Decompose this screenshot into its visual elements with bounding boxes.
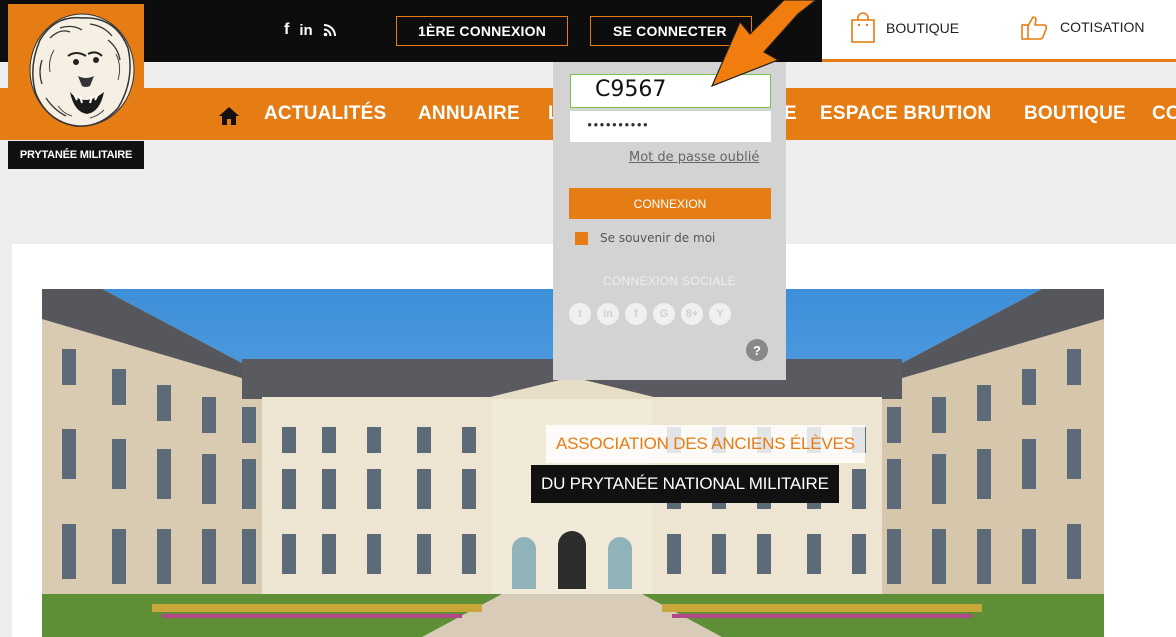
social-links: f in [284, 21, 337, 39]
cotisation-label: COTISATION [1060, 19, 1145, 35]
twitter-icon[interactable]: t [569, 303, 591, 325]
login-dropdown [553, 62, 786, 380]
yahoo-icon[interactable]: Y [709, 303, 731, 325]
arrow-annotation-icon [710, 0, 817, 88]
logo-label: PRYTANÉE MILITAIRE [8, 141, 144, 169]
home-icon[interactable] [218, 106, 240, 126]
connexion-submit-button[interactable]: CONNEXION [569, 188, 771, 219]
social-login-buttons: t in f G 8+ Y [569, 303, 731, 325]
shopping-bag-icon [850, 12, 876, 44]
linkedin-icon[interactable]: in [299, 22, 312, 39]
remember-me-label: Se souvenir de moi [600, 231, 716, 245]
rss-icon[interactable] [323, 23, 337, 37]
password-input[interactable]: •••••••••• [570, 111, 771, 142]
thumbs-up-icon [1020, 12, 1050, 42]
facebook-icon[interactable]: f [284, 21, 289, 39]
hero-title-line-1: ASSOCIATION DES ANCIENS ÉLÈVES [546, 425, 865, 463]
logo[interactable] [8, 4, 144, 135]
shop-link[interactable]: BOUTIQUE [850, 12, 959, 44]
forgot-password-link[interactable]: Mot de passe oublié [629, 150, 759, 165]
hero-title-line-2: DU PRYTANÉE NATIONAL MILITAIRE [531, 465, 839, 503]
nav-item-contact[interactable]: CO [1152, 103, 1176, 125]
nav-item-annuaire[interactable]: ANNUAIRE [418, 103, 520, 125]
cotisation-link[interactable]: COTISATION [1020, 12, 1145, 42]
help-icon[interactable]: ? [746, 339, 768, 361]
first-login-button[interactable]: 1ÈRE CONNEXION [396, 16, 568, 46]
google-plus-icon[interactable]: 8+ [681, 303, 703, 325]
nav-item-espace-brution[interactable]: ESPACE BRUTION [820, 103, 991, 125]
linkedin-icon[interactable]: in [597, 303, 619, 325]
shop-label: BOUTIQUE [886, 20, 960, 36]
facebook-icon[interactable]: f [625, 303, 647, 325]
nav-item-actualites[interactable]: ACTUALITÉS [264, 103, 386, 125]
shop-box: BOUTIQUE COTISATION [822, 0, 1176, 62]
nav-item-boutique[interactable]: BOUTIQUE [1024, 103, 1126, 125]
social-login-title: CONNEXION SOCIALE [602, 274, 737, 288]
google-icon[interactable]: G [653, 303, 675, 325]
lion-logo-icon [29, 13, 135, 127]
remember-me-checkbox[interactable] [575, 232, 588, 245]
